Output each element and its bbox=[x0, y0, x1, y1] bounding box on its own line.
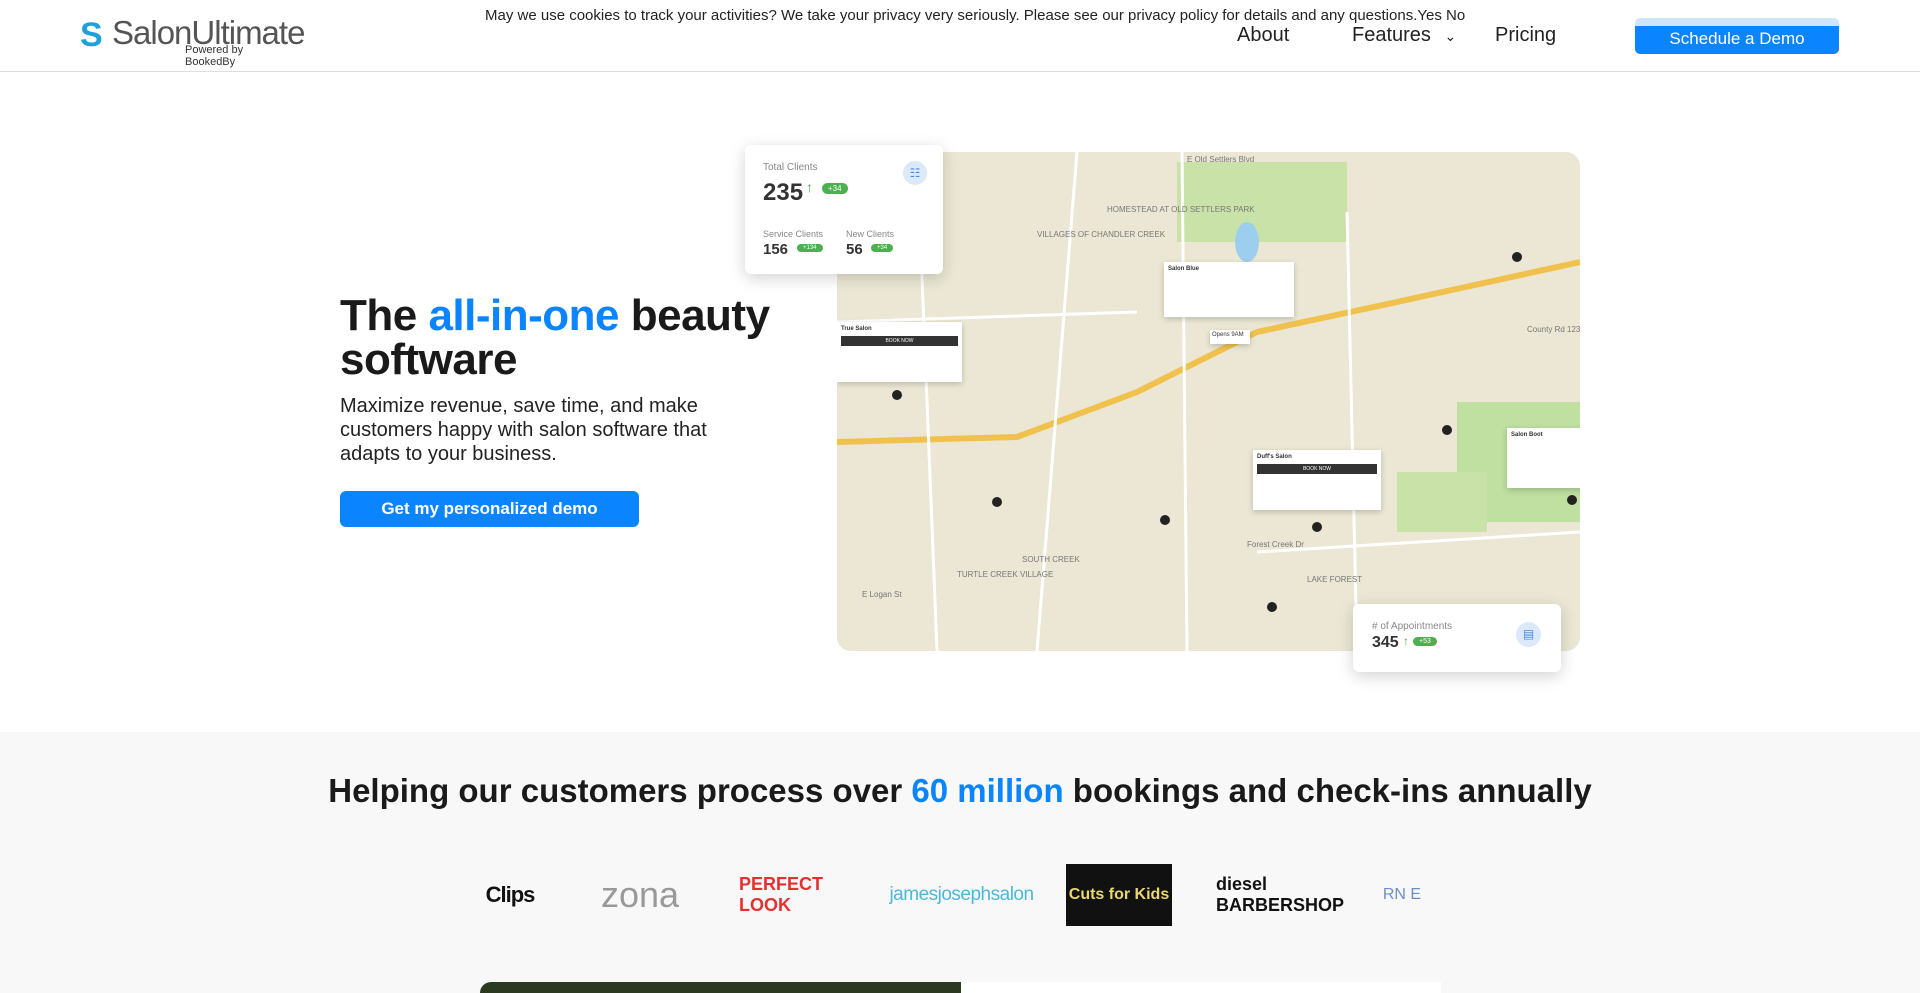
svg-text:E Logan St: E Logan St bbox=[862, 590, 902, 599]
cookie-text: May we use cookies to track your activit… bbox=[485, 7, 1418, 24]
new-clients-label: New Clients bbox=[846, 229, 895, 239]
service-clients-value: 156 bbox=[763, 241, 789, 258]
personalized-demo-button[interactable]: Get my personalized demo bbox=[340, 491, 639, 527]
cookie-yes-link[interactable]: Yes bbox=[1417, 7, 1441, 24]
title-part: The bbox=[340, 291, 429, 340]
map-salon-card[interactable]: Salon Blue bbox=[1164, 262, 1294, 317]
logo-james-joseph-salon: jamesjosephsalon bbox=[889, 884, 1034, 905]
salonultimate-logo[interactable]: S SalonUltimate Powered by BookedBy bbox=[80, 14, 305, 68]
salon-map-illustration: VILLAGES OF CHANDLER CREEK HOMESTEAD AT … bbox=[837, 152, 1580, 651]
book-now-button[interactable]: BOOK NOW bbox=[841, 336, 958, 346]
book-now-button[interactable]: BOOK NOW bbox=[1257, 464, 1377, 474]
map-background: VILLAGES OF CHANDLER CREEK HOMESTEAD AT … bbox=[837, 152, 1580, 651]
svg-text:LAKE FOREST: LAKE FOREST bbox=[1307, 575, 1362, 584]
hero-subtitle: Maximize revenue, save time, and make cu… bbox=[340, 395, 707, 465]
customer-logos: Clips zona PERFECT LOOK jamesjosephsalon… bbox=[0, 860, 1920, 930]
title-highlight: all-in-one bbox=[428, 291, 620, 340]
svg-text:HOMESTEAD AT OLD SETTLERS PARK: HOMESTEAD AT OLD SETTLERS PARK bbox=[1107, 205, 1255, 214]
appointments-delta-badge: +53 bbox=[1413, 637, 1437, 646]
salon-name: True Salon bbox=[841, 326, 872, 332]
arrow-up-icon: ↑ bbox=[1403, 634, 1409, 648]
hero-title: The all-in-one beauty software bbox=[340, 294, 780, 382]
map-salon-card[interactable]: True Salon BOOK NOW bbox=[837, 322, 962, 382]
schedule-demo-button[interactable]: Schedule a Demo bbox=[1635, 18, 1839, 54]
salon-name: Duff's Salon bbox=[1257, 454, 1292, 460]
nav-about[interactable]: About bbox=[1237, 24, 1289, 47]
salon-photo bbox=[480, 982, 961, 993]
heading-highlight: 60 million bbox=[911, 772, 1064, 809]
nav-pricing[interactable]: Pricing bbox=[1495, 24, 1556, 47]
cookie-banner: May we use cookies to track your activit… bbox=[485, 7, 1465, 24]
clients-icon: ☷ bbox=[903, 161, 927, 185]
content-card bbox=[961, 982, 1441, 993]
map-label: VILLAGES OF CHANDLER CREEK bbox=[1037, 230, 1166, 239]
heading-part: bookings and check-ins annually bbox=[1063, 772, 1592, 809]
svg-text:E Old Settlers Blvd: E Old Settlers Blvd bbox=[1187, 155, 1254, 164]
service-clients-label: Service Clients bbox=[763, 229, 824, 239]
appointments-label: # of Appointments bbox=[1372, 621, 1453, 632]
total-clients-value: 235 bbox=[763, 179, 804, 206]
arrow-up-icon: ↑ bbox=[806, 179, 813, 195]
nav-features[interactable]: Features ⌄ bbox=[1352, 24, 1456, 47]
cookie-no-link[interactable]: No bbox=[1446, 7, 1465, 24]
appointments-value: 345 bbox=[1372, 634, 1399, 651]
site-header: S SalonUltimate Powered by BookedBy May … bbox=[0, 0, 1920, 72]
logo-clips: Clips bbox=[485, 882, 536, 907]
heading-part: Helping our customers process over bbox=[328, 772, 912, 809]
logo-diesel-barbershop: diesel BARBERSHOP bbox=[1216, 874, 1345, 915]
logo-cuts-for-kids: Cuts for Kids bbox=[1066, 864, 1172, 926]
calendar-icon: ▤ bbox=[1516, 622, 1541, 647]
appointments-card: # of Appointments 345 ↑ +53 ▤ bbox=[1353, 604, 1561, 672]
new-delta-badge: +34 bbox=[871, 244, 894, 252]
svg-text:Forest Creek Dr: Forest Creek Dr bbox=[1247, 540, 1304, 549]
new-clients-value: 56 bbox=[846, 241, 863, 258]
logo-zona: zona bbox=[600, 874, 680, 915]
svg-text:TURTLE CREEK VILLAGE: TURTLE CREEK VILLAGE bbox=[957, 570, 1053, 579]
logo-perfect-look: PERFECT LOOK bbox=[739, 874, 824, 915]
nav-features-label: Features bbox=[1352, 24, 1431, 46]
salon-name: Salon Blue bbox=[1168, 266, 1200, 272]
service-delta-badge: +134 bbox=[797, 244, 823, 252]
logo-rn-e: RN E bbox=[1382, 886, 1422, 903]
open-badge: Opens 9AM bbox=[1210, 330, 1250, 344]
map-salon-card[interactable]: Duff's Salon BOOK NOW bbox=[1253, 450, 1381, 510]
svg-text:SOUTH CREEK: SOUTH CREEK bbox=[1022, 555, 1080, 564]
chevron-down-icon: ⌄ bbox=[1444, 28, 1457, 44]
total-clients-card: Total Clients 235 ↑ +34 ☷ Service Client… bbox=[745, 145, 943, 274]
logo-s-icon: S bbox=[80, 16, 103, 54]
map-salon-card[interactable]: Salon Boot bbox=[1507, 428, 1580, 488]
salon-name: Salon Boot bbox=[1511, 432, 1543, 438]
logo-sub: Powered by BookedBy bbox=[185, 44, 244, 68]
svg-text:County Rd 123: County Rd 123 bbox=[1527, 325, 1580, 334]
total-clients-label: Total Clients bbox=[763, 162, 818, 173]
total-delta-badge: +34 bbox=[822, 183, 848, 194]
customers-heading: Helping our customers process over 60 mi… bbox=[0, 772, 1920, 810]
